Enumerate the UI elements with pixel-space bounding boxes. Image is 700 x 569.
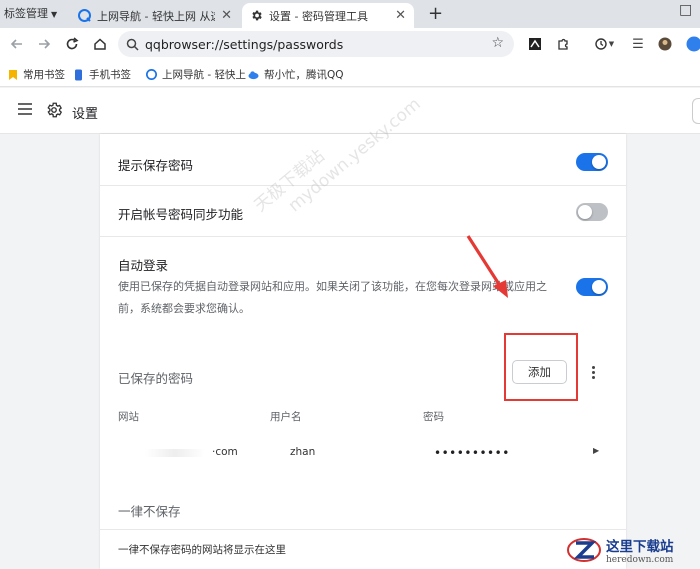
new-tab-button[interactable]: + — [428, 3, 443, 24]
qqbrowser-icon — [146, 69, 157, 81]
bookmark-tencent-help[interactable]: 帮小忙，腾讯QQ — [248, 67, 344, 82]
back-button[interactable] — [8, 35, 26, 53]
arrow-right-icon — [39, 39, 51, 49]
bookmark-label: 手机书签 — [89, 69, 131, 81]
settings-search-input[interactable] — [692, 98, 700, 124]
close-tab-icon[interactable]: ✕ — [221, 8, 232, 23]
gear-icon — [45, 101, 63, 122]
bookmarks-bar: 常用书签 手机书签 上网导航 - 轻快上 帮小忙，腾讯QQ — [0, 60, 700, 87]
logo-url: heredown.com — [606, 554, 674, 565]
never-saved-empty-text: 一律不保存密码的网站将显示在这里 — [118, 544, 286, 556]
annotation-arrow-icon — [466, 235, 508, 298]
sync-passwords-row: 开启帐号密码同步功能 — [100, 186, 626, 237]
chevron-right-icon[interactable]: ▶ — [593, 446, 599, 455]
tab-title: 上网导航 - 轻快上网 从这里开始 — [97, 9, 215, 23]
username-cell: zhan — [290, 446, 316, 458]
saved-passwords-title: 已保存的密码 — [118, 371, 194, 386]
logo-name: 这里下载站 — [606, 538, 674, 555]
search-icon — [126, 38, 139, 51]
column-header-site: 网站 — [118, 411, 139, 423]
cloud-icon — [248, 69, 259, 81]
puzzle-extensions-icon[interactable] — [554, 35, 572, 53]
page-title: 设置 — [72, 107, 99, 122]
forward-button[interactable] — [35, 35, 53, 53]
auto-signin-toggle[interactable] — [576, 278, 608, 296]
browser-toolbar: qqbrowser://settings/passwords ☆ ▼ ☰ — [0, 28, 700, 60]
tab-strip: 标签管理▼ 上网导航 - 轻快上网 从这里开始 ✕ 设置 - 密码管理工具 ✕ … — [0, 0, 700, 28]
bookmark-folder-icon — [7, 69, 18, 81]
toggle-knob — [578, 205, 592, 219]
tab-settings-passwords[interactable]: 设置 - 密码管理工具 ✕ — [242, 3, 414, 28]
offer-to-save-toggle[interactable] — [576, 153, 608, 171]
tab-title: 设置 - 密码管理工具 — [269, 9, 368, 23]
site-logo: 这里下载站 heredown.com — [566, 530, 700, 569]
never-saved-title: 一律不保存 — [118, 504, 181, 519]
arrow-left-icon — [10, 39, 22, 49]
avatar[interactable] — [656, 35, 674, 53]
bookmark-star-icon[interactable]: ☆ — [491, 35, 504, 51]
bookmark-mobile[interactable]: 手机书签 — [73, 67, 131, 82]
offer-to-save-label: 提示保存密码 — [118, 158, 194, 173]
history-icon — [595, 38, 607, 50]
menu-icon[interactable] — [18, 103, 32, 118]
blurred-site-mask — [145, 449, 205, 457]
tab-manager-menu[interactable]: 标签管理 ▼ — [4, 5, 57, 21]
auto-signin-label: 自动登录 — [118, 258, 169, 273]
reload-icon — [66, 37, 79, 50]
toggle-knob — [592, 155, 606, 169]
bookmark-label: 帮小忙，腾讯QQ — [264, 69, 344, 81]
extension-icon[interactable] — [526, 35, 544, 53]
site-cell: ·com — [212, 446, 238, 458]
sync-passwords-label: 开启帐号密码同步功能 — [118, 207, 244, 222]
sync-passwords-toggle[interactable] — [576, 203, 608, 221]
column-header-username: 用户名 — [270, 411, 302, 423]
caret-down-icon: ▼ — [51, 10, 58, 19]
tab-navigation[interactable]: 上网导航 - 轻快上网 从这里开始 ✕ — [70, 3, 240, 28]
address-bar[interactable]: qqbrowser://settings/passwords ☆ — [118, 31, 514, 57]
mobile-icon — [73, 69, 84, 81]
qqbrowser-favicon-icon — [78, 9, 91, 22]
close-tab-icon[interactable]: ✕ — [395, 8, 406, 23]
bookmark-label: 上网导航 - 轻快上 — [162, 69, 246, 81]
history-menu-button[interactable]: ▼ — [592, 35, 616, 53]
gear-favicon-icon — [250, 9, 263, 22]
address-url: qqbrowser://settings/passwords — [145, 36, 344, 52]
bookmark-navigation[interactable]: 上网导航 - 轻快上 — [146, 67, 246, 82]
home-icon — [94, 38, 106, 50]
divider — [100, 529, 626, 530]
main-menu-icon[interactable]: ☰ — [629, 35, 647, 53]
column-header-password: 密码 — [423, 411, 444, 423]
qq-assistant-icon[interactable] — [684, 35, 700, 53]
home-button[interactable] — [91, 35, 109, 53]
bookmark-label: 常用书签 — [23, 69, 65, 81]
auto-signin-row: 自动登录 使用已保存的凭据自动登录网站和应用。如果关闭了该功能，在您每次登录网站… — [100, 237, 626, 337]
password-cell: •••••••••• — [434, 446, 510, 460]
more-actions-icon[interactable] — [587, 362, 599, 382]
reload-button[interactable] — [63, 35, 81, 53]
z-logo-icon — [566, 535, 602, 565]
annotation-highlight-box — [504, 333, 578, 401]
window-maximize-button[interactable]: □ — [679, 2, 692, 18]
tab-manager-label: 标签管理 — [4, 7, 48, 20]
toggle-knob — [592, 280, 606, 294]
bookmark-common[interactable]: 常用书签 — [7, 67, 65, 82]
